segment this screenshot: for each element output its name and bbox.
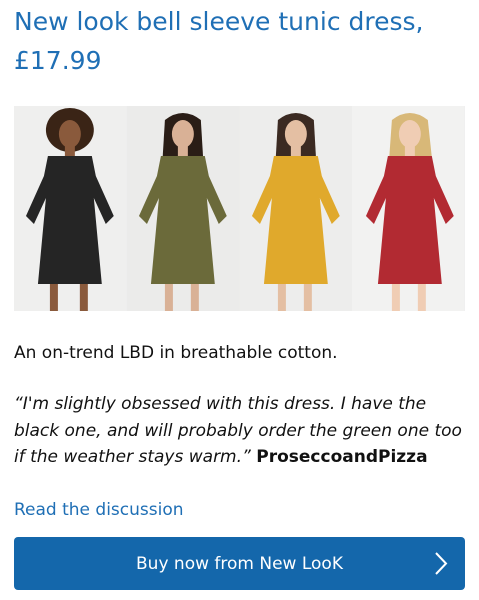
dress-variant-khaki — [126, 106, 240, 311]
page-title: New look bell sleeve tunic dress, £17.99 — [14, 7, 424, 75]
product-card: New look bell sleeve tunic dress, £17.99 — [0, 0, 479, 600]
product-image — [14, 106, 465, 311]
dress-variant-black — [14, 106, 127, 311]
product-description: An on-trend LBD in breathable cotton. — [14, 343, 338, 363]
read-discussion-link[interactable]: Read the discussion — [14, 497, 184, 523]
customer-quote: “I'm slightly obsessed with this dress. … — [14, 391, 474, 471]
quote-author: ProseccoandPizza — [256, 447, 428, 467]
dress-variant-red — [352, 106, 465, 311]
dress-variant-mustard — [239, 106, 353, 311]
buy-now-label: Buy now from New LooK — [136, 553, 343, 574]
chevron-right-icon — [435, 552, 448, 575]
buy-now-button[interactable]: Buy now from New LooK — [14, 537, 465, 590]
